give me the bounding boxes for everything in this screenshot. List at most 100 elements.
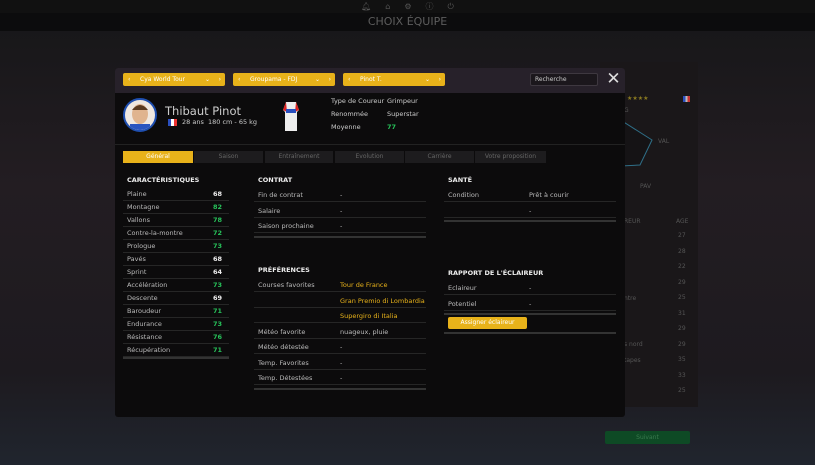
tab-3[interactable]: Evolution <box>335 151 404 163</box>
next-arrow-icon: › <box>328 76 331 83</box>
team-selector[interactable]: ‹ Groupama - FDJ ⌄ › <box>233 73 335 86</box>
rider-age: 33 <box>678 371 686 379</box>
chevron-down-icon: ⌄ <box>424 76 430 83</box>
tab-2[interactable]: Entraînement <box>265 151 333 163</box>
section-title: RAPPORT DE L'ÉCLAIREUR <box>448 269 544 277</box>
top-bar: 🔔︎ ⌂ ⚙ ⓘ ⏻ <box>0 0 815 13</box>
section-title: CARACTÉRISTIQUES <box>127 176 200 184</box>
rider-age: 29 <box>678 340 686 348</box>
rider-name: s nord <box>624 341 643 348</box>
tab-0[interactable]: Général <box>123 151 193 163</box>
row-label: Météo favorite <box>258 327 306 336</box>
rider-age: 29 <box>678 278 686 286</box>
row-label: Saison prochaine <box>258 222 314 230</box>
row-value: - <box>340 374 343 382</box>
flag-icon <box>168 119 177 126</box>
row-value: - <box>340 206 343 215</box>
row-label: Temp. Favorites <box>258 358 309 367</box>
assign-scout-button[interactable]: Assigner éclaireur <box>448 317 527 329</box>
table-row: Endurance 73 <box>123 318 229 331</box>
rider-age: 25 <box>678 294 686 301</box>
table-row: - <box>444 205 616 218</box>
row-label: Pavés <box>127 255 146 263</box>
home-icon[interactable]: ⌂ <box>385 0 390 13</box>
power-icon[interactable]: ⏻ <box>448 0 454 13</box>
row-label: Potentiel <box>448 299 477 308</box>
table-row: Plaine 68 <box>123 188 229 201</box>
column-header-age: AGE <box>676 218 689 225</box>
rating-stars: ★★★★ <box>627 95 649 102</box>
row-label: Résistance <box>127 333 163 341</box>
flag-icon <box>683 96 690 102</box>
row-label: Endurance <box>127 320 162 328</box>
table-row: Baroudeur 71 <box>123 305 229 318</box>
row-label: Récupération <box>127 346 171 354</box>
next-arrow-icon: › <box>438 76 441 83</box>
table-row: Contre-la-montre 72 <box>123 227 229 240</box>
row-value: nuageux, pluie <box>340 327 389 336</box>
row-value: - <box>340 222 343 230</box>
row-value: 68 <box>213 190 223 198</box>
divider <box>254 387 426 390</box>
table-row: Accélération 73 <box>123 279 229 292</box>
info-icon[interactable]: ⓘ <box>426 0 434 13</box>
rider-age: 25 <box>678 387 686 394</box>
table-row: Sprint 64 <box>123 266 229 279</box>
rider-age: 22 <box>678 263 686 270</box>
next-button[interactable]: Suivant <box>605 431 690 444</box>
section-title: SANTÉ <box>448 176 473 184</box>
row-value: 73 <box>213 320 223 328</box>
bell-icon[interactable]: 🔔︎ <box>361 0 371 13</box>
rider-age-size: 28 ans 180 cm - 65 kg <box>182 118 258 126</box>
divider <box>254 235 426 238</box>
table-row: Résistance 76 <box>123 331 229 344</box>
row-label: Météo détestée <box>258 343 309 351</box>
avatar <box>123 98 157 132</box>
rider-age: 28 <box>678 247 686 255</box>
row-value: - <box>340 191 343 199</box>
rider-details-modal: ‹ Cya World Tour ⌄ › ‹ Groupama - FDJ ⌄ › ‹ Pin… <box>115 68 625 417</box>
table-row: Saison prochaine - <box>254 220 426 233</box>
table-row: Courses favorites Tour de France <box>254 279 426 292</box>
info-value: Grimpeur <box>387 97 418 105</box>
league-selector[interactable]: ‹ Cya World Tour ⌄ › <box>123 73 225 86</box>
gear-icon[interactable]: ⚙ <box>404 0 411 13</box>
radar-label: VAL <box>658 138 670 145</box>
row-label: Courses favorites <box>258 281 315 289</box>
info-label: Moyenne <box>331 123 361 131</box>
table-row: Temp. Détestées - <box>254 372 426 385</box>
row-label: Condition <box>448 191 480 199</box>
tab-1[interactable]: Saison <box>194 151 263 163</box>
row-value: 64 <box>213 268 223 276</box>
radar-label: PAV <box>640 183 652 190</box>
close-icon[interactable]: ✕ <box>605 71 622 88</box>
table-row: Récupération 71 <box>123 344 229 357</box>
row-value: 73 <box>213 242 223 250</box>
row-label: Plaine <box>127 190 147 198</box>
table-row: Gran Premio di Lombardia <box>254 295 426 308</box>
chevron-down-icon: ⌄ <box>314 76 320 83</box>
jersey-image <box>283 102 299 131</box>
tab-5[interactable]: Votre proposition <box>475 151 546 163</box>
row-label: Prologue <box>127 242 156 250</box>
info-value: Superstar <box>387 110 419 118</box>
search-input[interactable]: Recherche <box>530 73 598 86</box>
rider-selector[interactable]: ‹ Pinot T. ⌄ › <box>343 73 445 86</box>
divider <box>444 313 616 315</box>
row-value: - <box>340 358 343 367</box>
info-value: 77 <box>387 123 397 131</box>
row-value: 76 <box>213 333 223 341</box>
table-row: Météo détestée - <box>254 341 426 354</box>
table-row: Salaire - <box>254 205 426 218</box>
column-header-rider: REUR <box>624 218 641 225</box>
table-row: Condition Prêt à courir <box>444 189 616 202</box>
row-label: Vallons <box>127 216 151 224</box>
rider-age: 29 <box>678 325 686 332</box>
table-row: Météo favorite nuageux, pluie <box>254 326 426 339</box>
row-value: 68 <box>213 255 223 263</box>
tab-4[interactable]: Carrière <box>405 151 474 163</box>
row-value: 82 <box>213 203 223 211</box>
rider-name: tapes <box>624 357 641 364</box>
divider <box>444 332 616 334</box>
row-value: 71 <box>213 307 223 315</box>
